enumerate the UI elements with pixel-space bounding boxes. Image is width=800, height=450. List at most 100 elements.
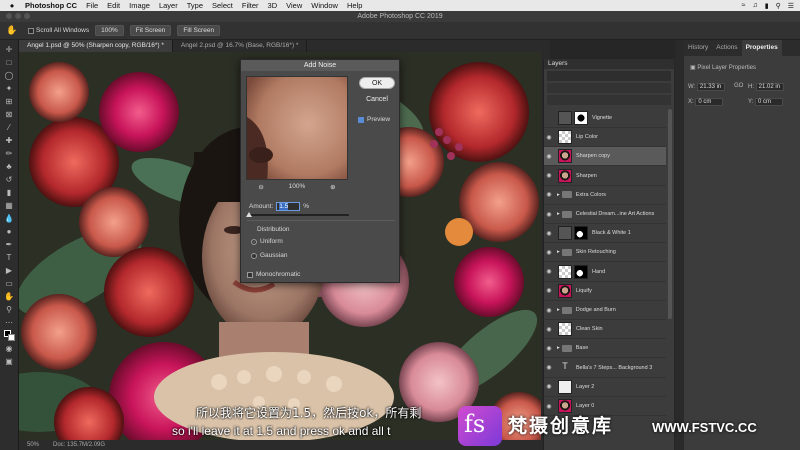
- width-field[interactable]: W: 21.33 in: [688, 83, 725, 91]
- chevron-right-icon[interactable]: ▸: [557, 192, 560, 198]
- layer-row[interactable]: Vignette: [544, 109, 666, 128]
- blur-tool-icon[interactable]: 💧: [4, 213, 15, 224]
- eye-icon[interactable]: ◉: [544, 211, 554, 218]
- tab-properties[interactable]: Properties: [741, 40, 782, 56]
- noise-preview[interactable]: [246, 76, 348, 180]
- marquee-tool-icon[interactable]: □: [4, 57, 15, 68]
- battery-icon[interactable]: ▮: [765, 2, 769, 10]
- healing-brush-icon[interactable]: ✚: [4, 135, 15, 146]
- screen-mode-icon[interactable]: ▣: [4, 356, 15, 367]
- eye-icon[interactable]: ◉: [544, 172, 554, 179]
- close-icon[interactable]: [6, 13, 12, 19]
- menu-layer[interactable]: Layer: [159, 1, 178, 10]
- eyedropper-icon[interactable]: ⁄: [4, 122, 15, 133]
- chevron-right-icon[interactable]: ▸: [557, 211, 560, 217]
- height-field[interactable]: H: 21.02 in: [748, 83, 784, 91]
- eye-icon[interactable]: ◉: [544, 134, 554, 141]
- preview-checkbox[interactable]: Preview: [358, 116, 390, 123]
- crop-tool-icon[interactable]: ⊞: [4, 96, 15, 107]
- layer-row[interactable]: ◉ Hand: [544, 263, 666, 282]
- status-zoom[interactable]: 50%: [27, 442, 39, 448]
- eye-icon[interactable]: ◉: [544, 268, 554, 275]
- zoom-icon[interactable]: [24, 13, 30, 19]
- gradient-tool-icon[interactable]: ▦: [4, 200, 15, 211]
- fit-screen-button[interactable]: Fit Screen: [129, 25, 172, 36]
- eye-icon[interactable]: ◉: [544, 230, 554, 237]
- layer-row[interactable]: ◉ Lip Color: [544, 128, 666, 148]
- layer-row[interactable]: ◉ Liquify: [544, 282, 666, 301]
- minimize-icon[interactable]: [15, 13, 21, 19]
- cancel-button[interactable]: Cancel: [359, 94, 395, 106]
- monochromatic-checkbox[interactable]: Monochromatic: [247, 271, 300, 278]
- menu-help[interactable]: Help: [347, 1, 362, 10]
- menu-list-icon[interactable]: ☰: [788, 2, 794, 10]
- chevron-right-icon[interactable]: ▸: [557, 307, 560, 313]
- tab-angel-1[interactable]: Angel 1.psd @ 50% (Sharpen copy, RGB/16*…: [19, 40, 173, 52]
- chevron-right-icon[interactable]: ▸: [557, 345, 560, 351]
- blend-mode-bar[interactable]: [547, 83, 671, 93]
- menu-image[interactable]: Image: [129, 1, 150, 10]
- slider-thumb[interactable]: [246, 212, 253, 217]
- pen-tool-icon[interactable]: ✒: [4, 239, 15, 250]
- rectangle-tool-icon[interactable]: ▭: [4, 278, 15, 289]
- eye-icon[interactable]: ◉: [544, 383, 554, 390]
- menu-filter[interactable]: Filter: [242, 1, 259, 10]
- menu-app[interactable]: Photoshop CC: [25, 1, 77, 10]
- search-icon[interactable]: ⚲: [776, 2, 781, 10]
- x-field[interactable]: X: 0 cm: [688, 98, 724, 106]
- color-swatches-icon[interactable]: [3, 330, 15, 341]
- y-value[interactable]: 0 cm: [755, 98, 784, 106]
- y-field[interactable]: Y: 0 cm: [748, 98, 784, 106]
- layer-row[interactable]: ◉ T Bella's 7 Steps... Background 3: [544, 359, 666, 378]
- tab-angel-2[interactable]: Angel 2.psd @ 16.7% (Base, RGB/16*) *: [173, 40, 308, 52]
- brush-tool-icon[interactable]: ✏: [4, 148, 15, 159]
- path-selection-icon[interactable]: ▶: [4, 265, 15, 276]
- tab-history[interactable]: History: [684, 40, 712, 56]
- eye-icon[interactable]: ◉: [544, 287, 554, 294]
- apple-icon[interactable]: ●: [8, 1, 16, 10]
- menu-window[interactable]: Window: [311, 1, 338, 10]
- layer-row[interactable]: ◉ Layer 2: [544, 378, 666, 397]
- menu-3d[interactable]: 3D: [268, 1, 278, 10]
- scroll-all-windows-checkbox[interactable]: Scroll All Windows: [28, 27, 89, 34]
- layer-row[interactable]: ◉ ▸ Dodge and Burn: [544, 301, 666, 320]
- eye-icon[interactable]: ◉: [544, 249, 554, 256]
- layer-row[interactable]: ◉ ▸ Base: [544, 339, 666, 359]
- eye-icon[interactable]: ◉: [544, 153, 554, 160]
- quick-mask-icon[interactable]: ◉: [4, 343, 15, 354]
- frame-tool-icon[interactable]: ⊠: [4, 109, 15, 120]
- layer-row[interactable]: ◉ Black & White 1: [544, 224, 666, 244]
- history-brush-icon[interactable]: ↺: [4, 174, 15, 185]
- eye-icon[interactable]: ◉: [544, 345, 554, 352]
- menu-view[interactable]: View: [286, 1, 302, 10]
- amount-slider[interactable]: [246, 212, 349, 217]
- layer-filter-bar[interactable]: [547, 71, 671, 81]
- zoom-tool-icon[interactable]: ⚲: [4, 304, 15, 315]
- zoom-in-icon[interactable]: ⊕: [330, 183, 335, 191]
- eye-icon[interactable]: ◉: [544, 403, 554, 410]
- lock-fill-bar[interactable]: [547, 95, 671, 105]
- type-tool-icon[interactable]: T: [4, 252, 15, 263]
- lasso-tool-icon[interactable]: ◯: [4, 70, 15, 81]
- eraser-icon[interactable]: ▮: [4, 187, 15, 198]
- h-value[interactable]: 21.02 in: [755, 83, 784, 91]
- w-value[interactable]: 21.33 in: [696, 83, 725, 91]
- chevron-right-icon[interactable]: ▸: [557, 249, 560, 255]
- eye-icon[interactable]: ◉: [544, 307, 554, 314]
- volume-icon[interactable]: ♫: [752, 2, 757, 9]
- layer-row[interactable]: ◉ Clean Skin: [544, 320, 666, 340]
- zoom-100-button[interactable]: 100%: [95, 25, 124, 36]
- hand-tool-icon[interactable]: ✋: [6, 25, 17, 36]
- layer-row[interactable]: ◉ ▸ Extra Colors: [544, 186, 666, 205]
- layers-panel-title[interactable]: Layers: [544, 59, 674, 69]
- gaussian-radio[interactable]: Gaussian: [251, 252, 287, 259]
- wifi-icon[interactable]: ≈: [742, 2, 746, 9]
- layer-row[interactable]: ◉ Sharpen: [544, 167, 666, 186]
- dodge-tool-icon[interactable]: ●: [4, 226, 15, 237]
- status-doc-size[interactable]: Doc: 135.7M/2.09G: [53, 442, 105, 448]
- menu-edit[interactable]: Edit: [107, 1, 120, 10]
- fill-screen-button[interactable]: Fill Screen: [177, 25, 221, 36]
- zoom-out-icon[interactable]: ⊖: [258, 183, 263, 191]
- menu-type[interactable]: Type: [187, 1, 203, 10]
- ok-button[interactable]: OK: [359, 77, 395, 89]
